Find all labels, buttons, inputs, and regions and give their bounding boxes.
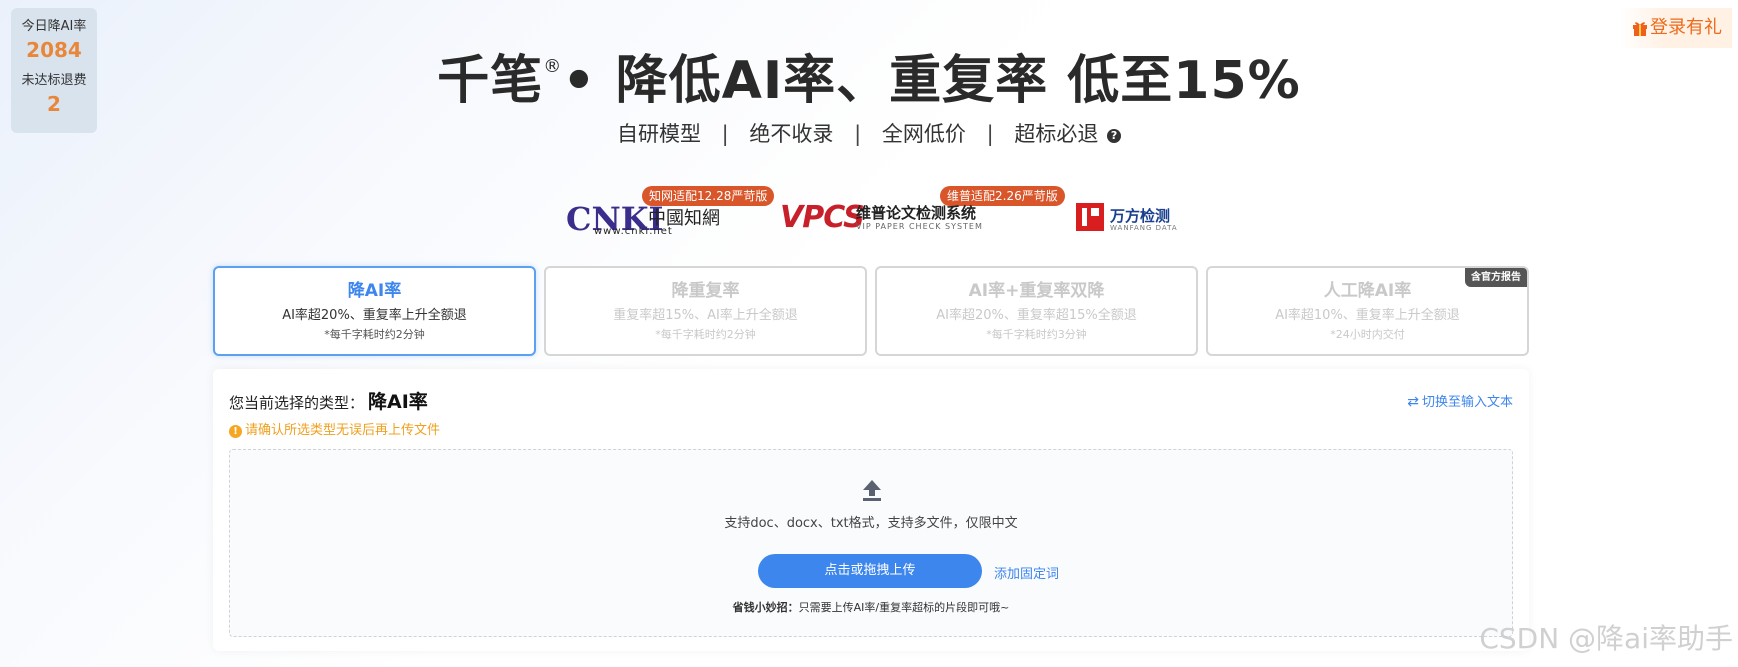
tip-label: 省钱小妙招：: [732, 601, 799, 614]
saving-tip: 省钱小妙招：只需要上传AI率/重复率超标的片段即可哦~: [230, 599, 1512, 615]
wanfang-logo: 万方检测 WANFANG DATA: [1076, 186, 1186, 236]
type-card-manual-reduce-ai[interactable]: 含官方报告 人工降AI率 AI率超10%、重复率上升全额退 *24小时内交付: [1206, 266, 1529, 356]
vpcs-mark: VPCS: [780, 200, 865, 235]
wanfang-chinese-name: 万方检测: [1110, 207, 1171, 225]
switch-to-text-link[interactable]: ⇄ 切换至输入文本: [1407, 391, 1513, 410]
confirm-warning: ! 请确认所选类型无误后再上传文件: [229, 419, 440, 438]
today-count-label: 今日降AI率: [21, 19, 87, 34]
wanfang-mark-icon: [1076, 203, 1104, 231]
switch-label: 切换至输入文本: [1421, 395, 1513, 410]
selected-type-label: 您当前选择的类型：: [229, 394, 365, 412]
type-desc: AI率超20%、重复率上升全额退: [282, 308, 467, 323]
type-note: *每千字耗时约3分钟: [986, 328, 1087, 341]
title-slogan: • 降低AI率、重复率 低至15%: [562, 51, 1301, 111]
page-title: 千笔®• 降低AI率、重复率 低至15%: [0, 38, 1738, 113]
type-card-reduce-ai[interactable]: 降AI率 AI率超20%、重复率上升全额退 *每千字耗时约2分钟: [213, 266, 536, 356]
type-desc: AI率超10%、重复率上升全额退: [1275, 308, 1460, 323]
type-title: 降AI率: [347, 281, 402, 301]
vpcs-logo: 维普适配2.26严苛版 VPCS 维普论文检测系统 VIP PAPER CHEC…: [780, 186, 1065, 236]
vpcs-chinese-name: 维普论文检测系统: [856, 204, 977, 222]
partner-logos: 知网适配12.28严苛版 CNKI 中國知網 www.cnki.net 维普适配…: [0, 186, 1738, 238]
warning-icon: !: [229, 425, 242, 438]
upload-icon: [863, 480, 881, 501]
upload-format-hint: 支持doc、docx、txt格式，支持多文件，仅限中文: [724, 516, 1018, 531]
help-icon[interactable]: ?: [1107, 129, 1122, 143]
type-desc: AI率超20%、重复率超15%全额退: [936, 308, 1137, 323]
login-gift-label: 登录有礼: [1650, 17, 1722, 38]
wanfang-english-name: WANFANG DATA: [1110, 224, 1178, 232]
watermark: CSDN @降ai率助手: [1479, 622, 1733, 655]
feature-separator: |: [721, 122, 729, 146]
feature-list: 自研模型 | 绝不收录 | 全网低价 | 超标必退 ?: [0, 118, 1738, 148]
upload-panel: 您当前选择的类型： 降AI率 ! 请确认所选类型无误后再上传文件 ⇄ 切换至输入文本 …: [213, 369, 1529, 651]
cnki-logo: 知网适配12.28严苛版 CNKI 中國知網 www.cnki.net: [566, 186, 775, 238]
registered-mark: ®: [543, 56, 563, 77]
type-title: AI率+重复率双降: [968, 281, 1105, 301]
type-note: *每千字耗时约2分钟: [324, 328, 425, 341]
feature-item: 全网低价: [881, 122, 966, 146]
feature-item: 绝不收录: [749, 122, 834, 146]
gift-icon: [1633, 22, 1647, 36]
title-brand: 千笔: [437, 51, 544, 111]
switch-icon: ⇄: [1407, 394, 1419, 410]
official-report-badge: 含官方报告: [1465, 268, 1527, 287]
tip-text: 只需要上传AI率/重复率超标的片段即可哦~: [798, 601, 1010, 614]
selected-type: 您当前选择的类型： 降AI率: [229, 387, 428, 414]
warning-text: 请确认所选类型无误后再上传文件: [245, 423, 441, 438]
feature-item: 超标必退: [1014, 122, 1099, 146]
vpcs-english-name: VIP PAPER CHECK SYSTEM: [856, 222, 983, 231]
type-card-reduce-duplicate[interactable]: 降重复率 重复率超15%、AI率上升全额退 *每千字耗时约2分钟: [544, 266, 867, 356]
cnki-url: www.cnki.net: [594, 226, 673, 237]
selected-type-value: 降AI率: [368, 391, 428, 413]
upload-button[interactable]: 点击或拖拽上传: [758, 554, 982, 588]
feature-separator: |: [854, 122, 862, 146]
feature-item: 自研模型: [616, 122, 701, 146]
add-fixed-words-link[interactable]: 添加固定词: [994, 563, 1059, 582]
type-title: 降重复率: [671, 281, 740, 301]
type-note: *每千字耗时约2分钟: [655, 328, 756, 341]
type-desc: 重复率超15%、AI率上升全额退: [613, 308, 798, 323]
type-note: *24小时内交付: [1330, 328, 1405, 341]
service-type-selector: 降AI率 AI率超20%、重复率上升全额退 *每千字耗时约2分钟 降重复率 重复…: [213, 266, 1529, 356]
feature-separator: |: [986, 122, 994, 146]
file-drop-zone[interactable]: 支持doc、docx、txt格式，支持多文件，仅限中文 点击或拖拽上传 添加固定…: [229, 449, 1513, 637]
type-card-dual-reduce[interactable]: AI率+重复率双降 AI率超20%、重复率超15%全额退 *每千字耗时约3分钟: [875, 266, 1198, 356]
